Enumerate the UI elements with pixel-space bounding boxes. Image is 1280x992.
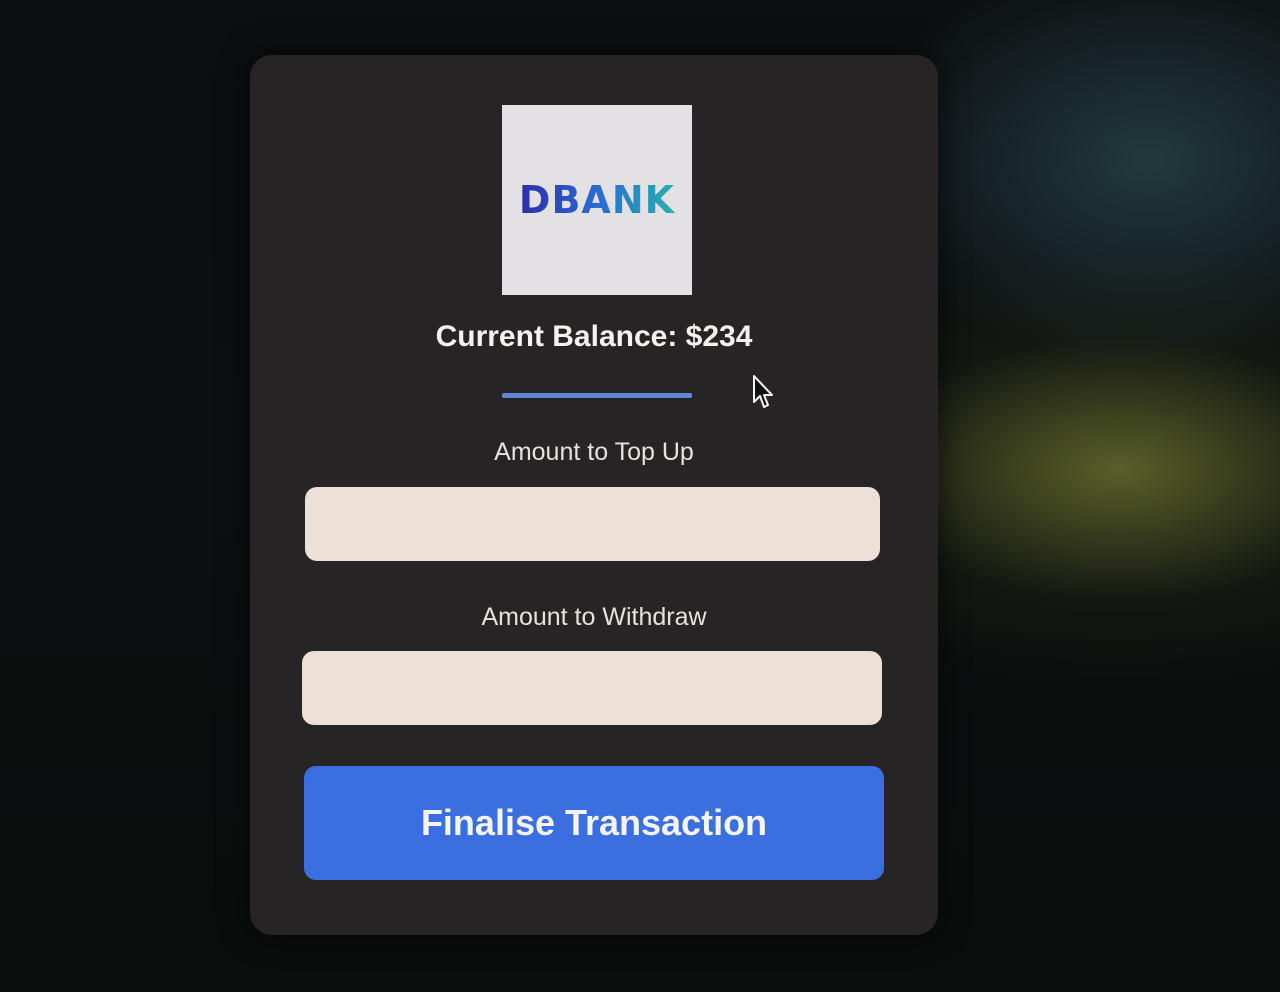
topup-input[interactable] <box>305 487 880 561</box>
dbank-logo: DBANK <box>502 105 692 295</box>
mouse-pointer-icon <box>753 375 773 408</box>
finalise-transaction-button[interactable]: Finalise Transaction <box>304 766 884 880</box>
bank-card: DBANK Current Balance: $234 Amount to To… <box>250 55 938 935</box>
divider <box>502 393 692 398</box>
withdraw-label: Amount to Withdraw <box>481 603 707 631</box>
current-balance: Current Balance: $234 <box>435 320 753 353</box>
logo-text: DBANK <box>518 178 676 222</box>
withdraw-input[interactable] <box>302 651 882 725</box>
topup-label: Amount to Top Up <box>494 438 694 466</box>
